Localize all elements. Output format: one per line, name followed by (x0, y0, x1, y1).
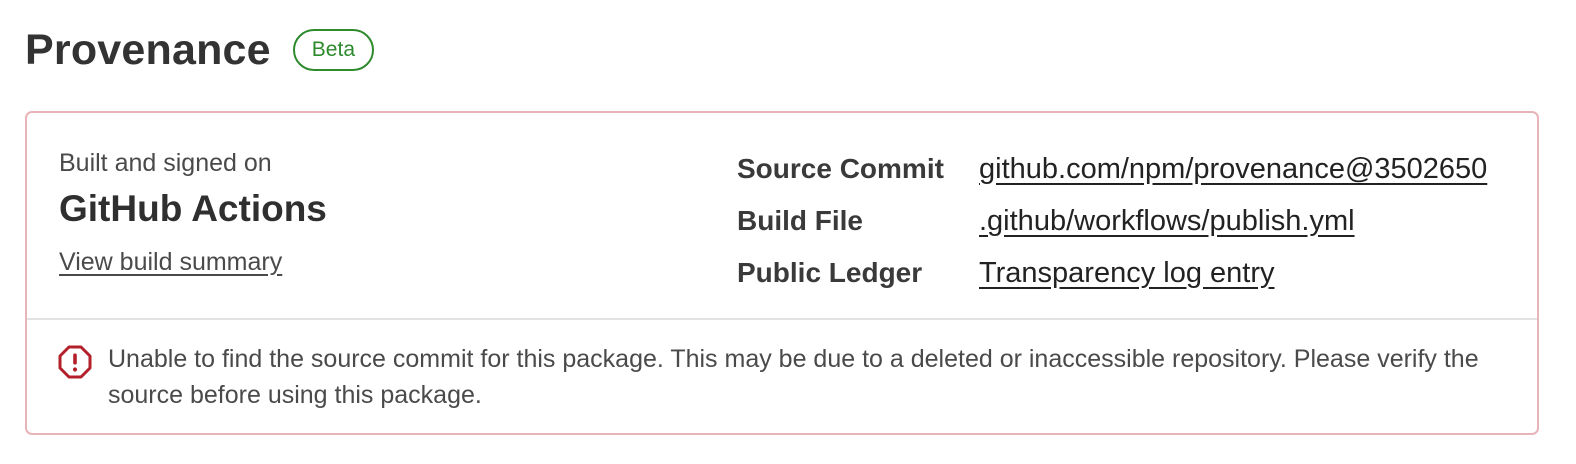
source-warning: Unable to find the source commit for thi… (58, 341, 1508, 413)
source-warning-message: Unable to find the source commit for thi… (108, 345, 1479, 409)
source-commit-link[interactable]: github.com/npm/provenance@3502650 (979, 153, 1487, 186)
build-platform-block: Built and signed on GitHub Actions View … (59, 147, 327, 278)
build-file-link[interactable]: .github/workflows/publish.yml (979, 205, 1355, 238)
build-platform-name: GitHub Actions (59, 188, 327, 229)
public-ledger-label: Public Ledger (737, 257, 923, 288)
view-build-summary-link[interactable]: View build summary (59, 246, 282, 278)
public-ledger-row: Public Ledger Transparency log entry (737, 247, 1487, 299)
provenance-details: Source Commit github.com/npm/provenance@… (737, 143, 1487, 299)
provenance-summary-section: Built and signed on GitHub Actions View … (27, 113, 1537, 320)
build-file-label: Build File (737, 205, 863, 236)
build-file-row: Build File .github/workflows/publish.yml (737, 195, 1487, 247)
built-and-signed-label: Built and signed on (59, 149, 272, 177)
source-commit-label: Source Commit (737, 153, 944, 184)
provenance-card: Built and signed on GitHub Actions View … (25, 111, 1539, 435)
page-title: Provenance (25, 26, 271, 74)
provenance-header: Provenance Beta (25, 22, 374, 78)
source-commit-row: Source Commit github.com/npm/provenance@… (737, 143, 1487, 195)
alert-octagon-icon (58, 345, 92, 379)
beta-badge: Beta (292, 29, 374, 71)
transparency-log-link[interactable]: Transparency log entry (979, 257, 1275, 290)
